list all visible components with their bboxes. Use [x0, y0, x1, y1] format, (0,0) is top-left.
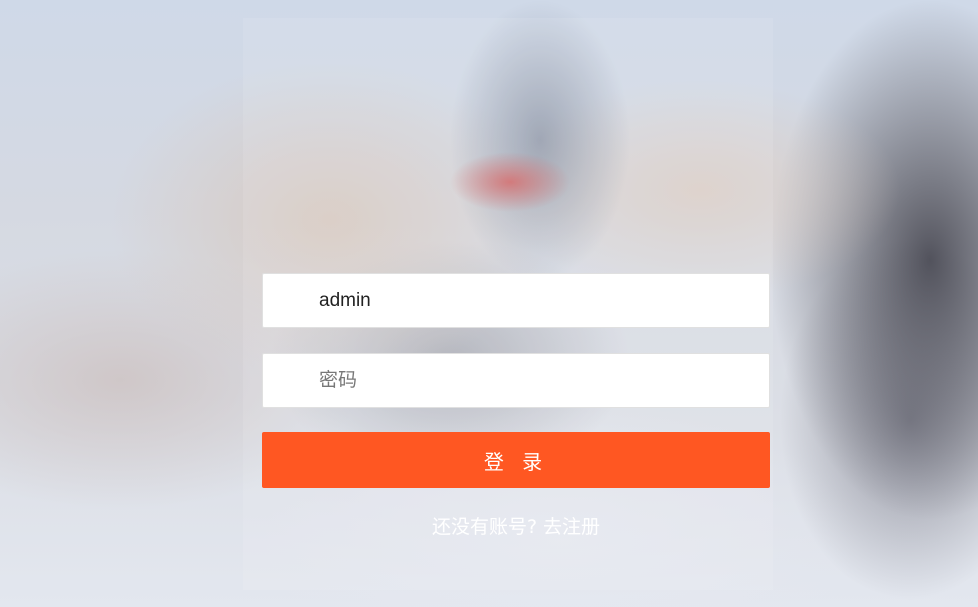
login-button[interactable]: 登 录 [262, 432, 770, 488]
password-input[interactable] [319, 354, 769, 407]
register-link[interactable]: 还没有账号? 去注册 [262, 512, 770, 539]
username-field[interactable] [262, 273, 770, 328]
password-field[interactable] [262, 353, 770, 408]
username-input[interactable] [319, 274, 769, 327]
